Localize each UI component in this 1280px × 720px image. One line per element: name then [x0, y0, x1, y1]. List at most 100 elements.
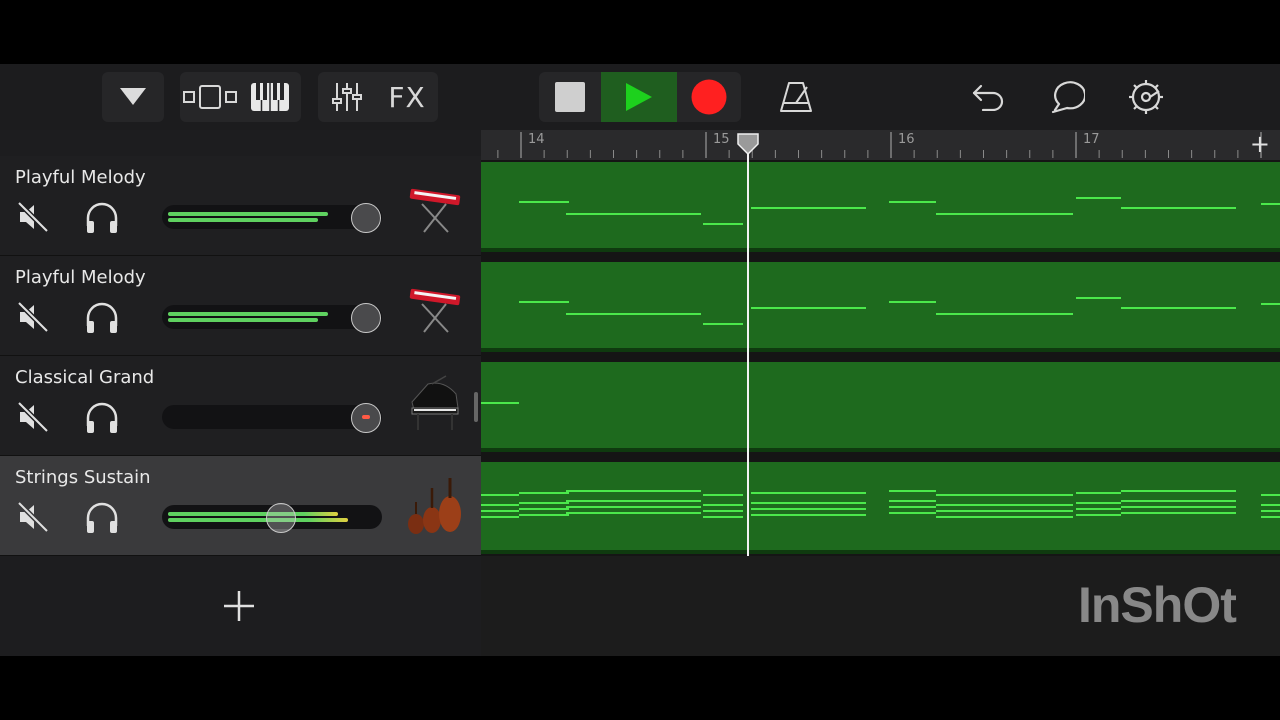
- headphones-icon[interactable]: [84, 500, 120, 536]
- play-icon: [626, 83, 652, 111]
- volume-knob[interactable]: [266, 503, 296, 533]
- volume-knob[interactable]: [351, 203, 381, 233]
- play-button[interactable]: [601, 72, 677, 122]
- midi-note: [936, 504, 1073, 506]
- track-name: Playful Melody: [15, 167, 146, 188]
- midi-note: [889, 301, 936, 303]
- volume-slider[interactable]: [162, 205, 382, 229]
- gear-icon: [1129, 80, 1163, 114]
- fx-label: FX: [388, 80, 426, 114]
- midi-note: [889, 506, 936, 508]
- mute-speaker-icon[interactable]: [16, 500, 50, 534]
- browser-dropdown-button[interactable]: [102, 72, 164, 122]
- volume-knob[interactable]: [351, 403, 381, 433]
- record-button[interactable]: [677, 72, 741, 122]
- midi-note: [889, 500, 936, 502]
- volume-knob[interactable]: [351, 303, 381, 333]
- volume-slider[interactable]: [162, 305, 382, 329]
- loop-browser-button[interactable]: [1042, 72, 1092, 122]
- settings-button[interactable]: [1121, 72, 1171, 122]
- region-divider: [481, 550, 1280, 554]
- ruler-ticks: [497, 132, 1262, 158]
- level-meter-left: [168, 212, 328, 216]
- undo-icon: [972, 84, 1004, 111]
- midi-note: [703, 510, 743, 512]
- triangle-down-icon: [120, 88, 146, 105]
- playhead-handle[interactable]: [736, 132, 760, 156]
- track-lanes: [481, 160, 1280, 560]
- midi-note: [1261, 203, 1280, 205]
- piano-keys-icon: [251, 83, 289, 111]
- track-header[interactable]: Classical Grand: [0, 356, 481, 456]
- playhead-line: [747, 144, 749, 556]
- midi-note: [703, 504, 743, 506]
- midi-note: [1121, 207, 1236, 209]
- midi-note: [936, 516, 1073, 518]
- metronome-button[interactable]: [771, 72, 821, 122]
- bar-number: 15: [713, 132, 730, 147]
- control-bar: FX: [0, 64, 1280, 130]
- midi-note: [751, 492, 866, 494]
- stop-button[interactable]: [539, 72, 601, 122]
- midi-note: [936, 494, 1073, 496]
- midi-note: [1121, 512, 1236, 514]
- midi-region[interactable]: [481, 162, 1280, 248]
- mixer-button[interactable]: [318, 72, 376, 122]
- loop-icon: [1051, 81, 1085, 114]
- headphones-icon[interactable]: [84, 400, 120, 436]
- midi-note: [751, 307, 866, 309]
- fx-button[interactable]: FX: [376, 72, 438, 122]
- tracks-view-button[interactable]: [180, 72, 240, 122]
- midi-note: [1076, 197, 1121, 199]
- midi-note: [703, 516, 743, 518]
- track-header[interactable]: Playful Melody: [0, 256, 481, 356]
- midi-note: [751, 514, 866, 516]
- headphones-icon[interactable]: [84, 200, 120, 236]
- view-group: [180, 72, 301, 122]
- add-section-button[interactable]: +: [1250, 132, 1270, 156]
- bar-number: 16: [898, 132, 915, 147]
- track-name: Classical Grand: [15, 367, 155, 388]
- undo-button[interactable]: [963, 72, 1013, 122]
- mute-speaker-icon[interactable]: [16, 200, 50, 234]
- midi-region[interactable]: [481, 362, 1280, 448]
- level-meter-left: [168, 312, 328, 316]
- midi-note: [519, 514, 569, 516]
- track-name: Playful Melody: [15, 267, 146, 288]
- keyboard-view-button[interactable]: [240, 72, 300, 122]
- bar-ruler[interactable]: 14 15 16 17 +: [481, 130, 1280, 160]
- midi-note: [566, 500, 701, 502]
- mute-speaker-icon[interactable]: [16, 400, 50, 434]
- volume-slider[interactable]: [162, 405, 382, 429]
- midi-note: [1121, 506, 1236, 508]
- scroll-indicator[interactable]: [474, 392, 478, 422]
- midi-note: [1076, 514, 1121, 516]
- midi-note: [481, 402, 519, 404]
- track-header[interactable]: Playful Melody: [0, 156, 481, 256]
- add-track-button[interactable]: [219, 586, 259, 626]
- midi-note: [1121, 490, 1236, 492]
- midi-note: [751, 502, 866, 504]
- tracks-view-icon: [183, 85, 237, 109]
- midi-note: [481, 516, 519, 518]
- midi-note: [1076, 297, 1121, 299]
- midi-note: [889, 512, 936, 514]
- browser-group: [102, 72, 164, 122]
- region-divider: [481, 248, 1280, 252]
- midi-region[interactable]: [481, 262, 1280, 348]
- transport-group: [539, 72, 741, 122]
- headphones-icon[interactable]: [84, 300, 120, 336]
- midi-note: [481, 504, 519, 506]
- midi-note: [936, 510, 1073, 512]
- midi-note: [519, 301, 569, 303]
- record-icon: [691, 79, 727, 115]
- metronome-icon: [780, 82, 812, 112]
- midi-note: [751, 207, 866, 209]
- midi-note: [1121, 500, 1236, 502]
- midi-note: [1261, 516, 1280, 518]
- midi-region[interactable]: [481, 462, 1280, 550]
- track-header-selected[interactable]: Strings Sustain: [0, 456, 481, 556]
- midi-note: [1121, 307, 1236, 309]
- mute-speaker-icon[interactable]: [16, 300, 50, 334]
- midi-note: [519, 508, 569, 510]
